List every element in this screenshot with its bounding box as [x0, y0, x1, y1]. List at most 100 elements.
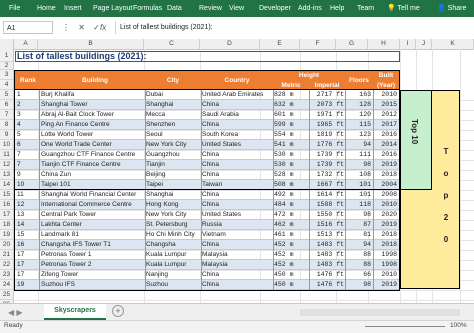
ribbon-tab-data[interactable]: Data	[167, 0, 182, 17]
cell-rank[interactable]: 11	[17, 190, 37, 200]
cell-rank[interactable]: 17	[17, 260, 37, 270]
cell-rank[interactable]: 1	[17, 90, 37, 100]
table-row[interactable]: 4 Ping An Finance Centre Shenzhen China 599 …	[15, 120, 399, 130]
row-header[interactable]: 15	[0, 190, 13, 200]
cell-imperial[interactable]: 1483 ft	[310, 250, 344, 260]
ribbon-tab-insert[interactable]: Insert	[64, 0, 82, 17]
cell-metric[interactable]: 450 m	[274, 280, 308, 290]
tell-me-search[interactable]: 💡 Tell me	[387, 0, 420, 17]
cell-imperial[interactable]: 1483 ft	[310, 240, 344, 250]
cell-country[interactable]: Saudi Arabia	[202, 110, 272, 120]
cell-city[interactable]: Changsha	[146, 240, 200, 250]
cell-city[interactable]: Kuala Lumpur	[146, 260, 200, 270]
cell-building[interactable]: Lotte World Tower	[41, 130, 145, 140]
cell-built[interactable]: 2018	[374, 230, 397, 240]
cell-country[interactable]: United States	[202, 210, 272, 220]
row-header[interactable]: 5	[0, 90, 13, 100]
cell-built[interactable]: 1998	[374, 250, 397, 260]
table-row[interactable]: 3 Abraj Al-Bait Clock Tower Mecca Saudi Ara…	[15, 110, 399, 120]
cell-floors[interactable]: 81	[346, 230, 371, 240]
cell-metric[interactable]: 541 m	[274, 140, 308, 150]
column-header-i[interactable]: I	[400, 39, 416, 49]
row-header[interactable]: 8	[0, 120, 13, 130]
cell-metric[interactable]: 461 m	[274, 230, 308, 240]
cell-metric[interactable]: 554 m	[274, 130, 308, 140]
cell-metric[interactable]: 601 m	[274, 110, 308, 120]
cell-metric[interactable]: 599 m	[274, 120, 308, 130]
cell-building[interactable]: Guangzhou CTF Finance Centre	[41, 150, 145, 160]
cell-metric[interactable]: 632 m	[274, 100, 308, 110]
cell-city[interactable]: New York City	[146, 210, 200, 220]
row-header[interactable]: 9	[0, 130, 13, 140]
row-header[interactable]: 13	[0, 170, 13, 180]
row-header[interactable]: 4	[0, 80, 13, 90]
cell-floors[interactable]: 115	[346, 120, 371, 130]
cell-country[interactable]: South Korea	[202, 130, 272, 140]
row-header[interactable]: 22	[0, 260, 13, 270]
cell-built[interactable]: 2020	[374, 210, 397, 220]
ribbon-tab-help[interactable]: Help	[330, 0, 344, 17]
table-row[interactable]: 16 Changsha IFS Tower T1 Changsha China 452 …	[15, 240, 399, 250]
cell-floors[interactable]: 120	[346, 110, 371, 120]
cell-building[interactable]: Shanghai Tower	[41, 100, 145, 110]
sheet-tab-skyscrapers[interactable]: Skyscrapers	[44, 304, 106, 320]
cell-metric[interactable]: 462 m	[274, 220, 308, 230]
column-header-b[interactable]: B	[38, 39, 144, 49]
row-header[interactable]: 14	[0, 180, 13, 190]
ribbon-tab-add-ins[interactable]: Add-ins	[298, 0, 322, 17]
enter-icon[interactable]: ✓	[93, 23, 100, 32]
column-header-g[interactable]: G	[336, 39, 368, 49]
table-row[interactable]: 1 Burj Khalifa Dubai United Arab Emirates 82…	[15, 90, 399, 100]
zoom-slider[interactable]	[365, 326, 445, 327]
cell-country[interactable]: China	[202, 280, 272, 290]
row-header[interactable]: 19	[0, 230, 13, 240]
cell-imperial[interactable]: 1965 ft	[310, 120, 344, 130]
cell-built[interactable]: 2017	[374, 120, 397, 130]
cell-building[interactable]: Zifeng Tower	[41, 270, 145, 280]
cell-rank[interactable]: 3	[17, 110, 37, 120]
cell-building[interactable]: Central Park Tower	[41, 210, 145, 220]
column-header-e[interactable]: E	[260, 39, 300, 49]
cell-metric[interactable]: 528 m	[274, 170, 308, 180]
horizontal-scrollbar[interactable]	[300, 309, 460, 316]
cell-imperial[interactable]: 2073 ft	[310, 100, 344, 110]
column-header-h[interactable]: H	[368, 39, 400, 49]
add-sheet-button[interactable]: +	[112, 305, 124, 317]
cell-city[interactable]: Hong Kong	[146, 200, 200, 210]
cell-metric[interactable]: 484 m	[274, 200, 308, 210]
cell-floors[interactable]: 163	[346, 90, 371, 100]
row-header[interactable]: 3	[0, 70, 13, 80]
cell-rank[interactable]: 17	[17, 270, 37, 280]
cell-built[interactable]: 2019	[374, 160, 397, 170]
sheet-title[interactable]: List of tallest buildings (2021):	[15, 51, 400, 62]
cell-rank[interactable]: 17	[17, 250, 37, 260]
cell-country[interactable]: China	[202, 150, 272, 160]
cell-building[interactable]: Abraj Al-Bait Clock Tower	[41, 110, 145, 120]
cell-rank[interactable]: 12	[17, 200, 37, 210]
table-row[interactable]: 15 Landmark 81 Ho Chi Minh City Vietnam 461 …	[15, 230, 399, 240]
cell-metric[interactable]: 530 m	[274, 160, 308, 170]
cell-city[interactable]: Nanjing	[146, 270, 200, 280]
cell-country[interactable]: China	[202, 120, 272, 130]
table-row[interactable]: 2 Shanghai Tower Shanghai China 632 m 2073 ft…	[15, 100, 399, 110]
cell-floors[interactable]: 88	[346, 250, 371, 260]
cell-floors[interactable]: 98	[346, 210, 371, 220]
cell-floors[interactable]: 118	[346, 200, 371, 210]
column-header-j[interactable]: J	[416, 39, 432, 49]
ribbon-tab-file[interactable]: File	[9, 0, 20, 17]
insert-function-button[interactable]: fx	[100, 21, 106, 34]
table-row[interactable]: 7 Guangzhou CTF Finance Centre Guangzhou Ch…	[15, 150, 399, 160]
cell-building[interactable]: Changsha IFS Tower T1	[41, 240, 145, 250]
cell-built[interactable]: 2010	[374, 90, 397, 100]
cell-rank[interactable]: 15	[17, 230, 37, 240]
cell-imperial[interactable]: 2717 ft	[310, 90, 344, 100]
cell-country[interactable]: United States	[202, 140, 272, 150]
cell-city[interactable]: Guangzhou	[146, 150, 200, 160]
cell-built[interactable]: 2018	[374, 240, 397, 250]
row-header[interactable]: 17	[0, 210, 13, 220]
row-header[interactable]: 10	[0, 140, 13, 150]
cell-imperial[interactable]: 1476 ft	[310, 270, 344, 280]
formula-input[interactable]: List of tallest buildings (2021):	[115, 21, 470, 34]
cell-metric[interactable]: 828 m	[274, 90, 308, 100]
cell-imperial[interactable]: 1776 ft	[310, 140, 344, 150]
